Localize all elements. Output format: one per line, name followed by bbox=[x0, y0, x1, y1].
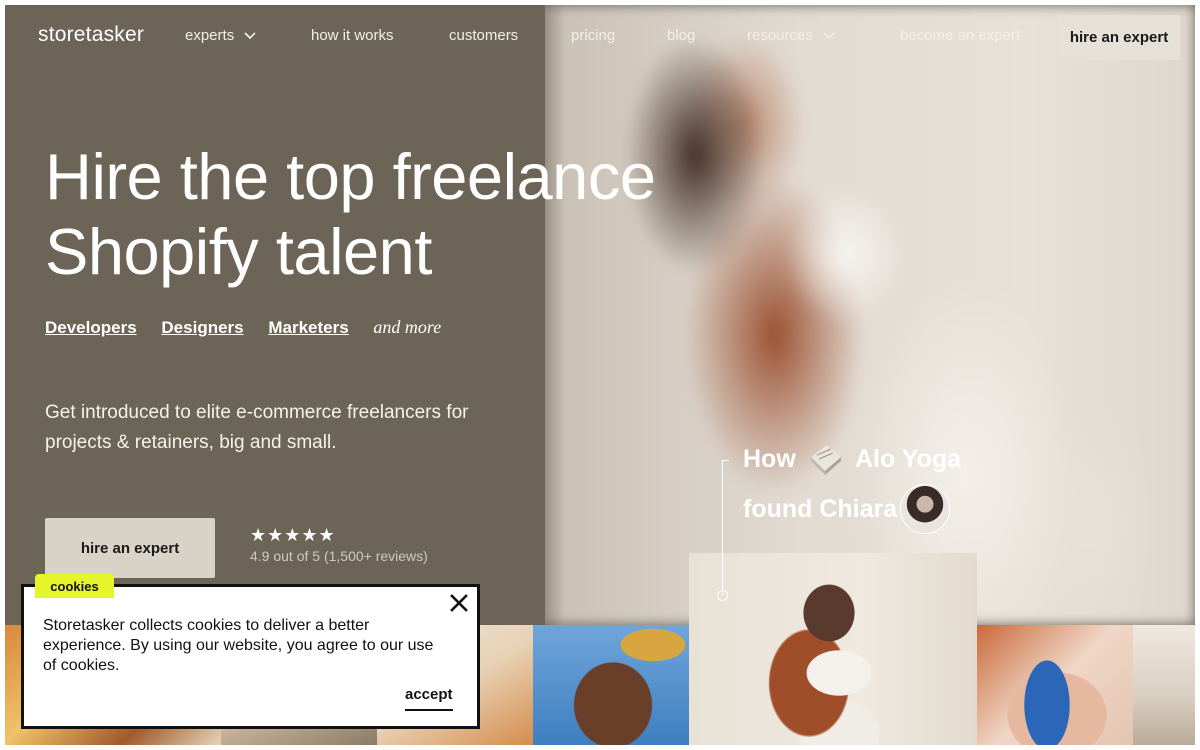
hero-subcopy: Get introduced to elite e-commerce freel… bbox=[45, 402, 469, 453]
cookie-accept-button[interactable]: accept bbox=[405, 686, 453, 711]
nav-hire-button[interactable]: hire an expert bbox=[1058, 15, 1180, 60]
hero-background-photo bbox=[535, 5, 1195, 625]
nav-item-label: customers bbox=[449, 27, 519, 44]
nav-item-label: blog bbox=[667, 27, 696, 44]
nav-item-label: experts bbox=[185, 27, 235, 44]
hero-hire-button[interactable]: hire an expert bbox=[45, 518, 215, 578]
nav-item-label: become an expert bbox=[900, 27, 1021, 44]
and-more-label: and more bbox=[373, 317, 442, 337]
story-brand-name[interactable]: Alo Yoga bbox=[855, 445, 961, 474]
hero-fade bbox=[525, 5, 565, 625]
headline-line-1: Hire the top freelance bbox=[45, 140, 656, 213]
rating-stars: ★★★★★ bbox=[250, 525, 336, 545]
gallery-image-featured[interactable] bbox=[689, 553, 977, 745]
story-connector-tick bbox=[722, 460, 729, 461]
chiara-avatar bbox=[900, 484, 950, 534]
close-icon-glyph bbox=[450, 594, 468, 612]
story-found-label[interactable]: found Chiara bbox=[743, 495, 897, 524]
gallery-image bbox=[977, 625, 1133, 745]
skill-links: Developers Designers Marketers and more bbox=[45, 317, 441, 338]
hero-headline: Hire the top freelance Shopify talent bbox=[45, 139, 656, 289]
gallery-image bbox=[1133, 625, 1195, 745]
nav-item-resources[interactable]: resources bbox=[747, 27, 835, 44]
nav-item-how-it-works[interactable]: how it works bbox=[311, 27, 394, 44]
nav-item-label: pricing bbox=[571, 27, 616, 44]
skill-link-designers[interactable]: Designers bbox=[161, 318, 243, 337]
nav-item-label: resources bbox=[747, 27, 813, 44]
nav-item-pricing[interactable]: pricing bbox=[571, 27, 615, 44]
nav-item-label: how it works bbox=[311, 27, 394, 44]
headline-line-2: Shopify talent bbox=[45, 215, 432, 288]
chevron-down-icon bbox=[244, 32, 256, 40]
story-connector-line bbox=[722, 460, 723, 596]
rating-text: 4.9 out of 5 (1,500+ reviews) bbox=[250, 548, 428, 564]
logo[interactable]: storetasker bbox=[38, 23, 144, 47]
nav-item-become-an-expert[interactable]: become an expert bbox=[900, 27, 1020, 44]
skill-link-marketers[interactable]: Marketers bbox=[268, 318, 348, 337]
close-icon[interactable] bbox=[446, 592, 472, 618]
story-connector-dot bbox=[717, 590, 728, 601]
chevron-down-icon bbox=[823, 32, 835, 40]
nav-item-experts[interactable]: experts bbox=[185, 27, 256, 44]
cookie-tag: cookies bbox=[35, 574, 114, 598]
top-nav: storetasker experts how it works custome… bbox=[5, 5, 1195, 69]
skill-link-developers[interactable]: Developers bbox=[45, 318, 137, 337]
gallery-image bbox=[533, 625, 689, 745]
nav-item-customers[interactable]: customers bbox=[449, 27, 518, 44]
nav-item-blog[interactable]: blog bbox=[667, 27, 695, 44]
alo-yoga-logo-icon bbox=[811, 445, 841, 475]
story-how-label[interactable]: How bbox=[743, 445, 796, 474]
cookie-message: Storetasker collects cookies to deliver … bbox=[43, 617, 434, 674]
